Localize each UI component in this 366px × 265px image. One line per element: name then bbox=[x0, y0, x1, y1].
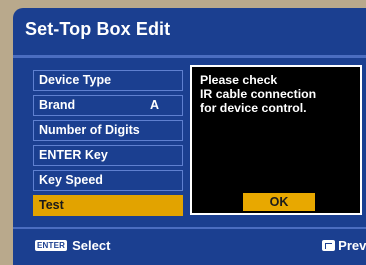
menu-item-key-speed[interactable]: Key Speed bbox=[33, 170, 183, 191]
footer-select-hint: ENTER Select bbox=[35, 238, 110, 253]
message-dialog: Please check IR cable connection for dev… bbox=[190, 65, 362, 215]
select-label: Select bbox=[72, 238, 111, 253]
ok-button[interactable]: OK bbox=[243, 193, 315, 211]
prev-label: Prev. bbox=[338, 238, 366, 253]
dialog-message-line: IR cable connection bbox=[200, 87, 317, 101]
menu-item-device-type[interactable]: Device Type bbox=[33, 70, 183, 91]
dialog-message-line: for device control. bbox=[200, 101, 307, 115]
menu-item-brand[interactable]: Brand A bbox=[33, 95, 183, 116]
menu-item-test[interactable]: Test bbox=[33, 195, 183, 216]
enter-key-icon: ENTER bbox=[35, 240, 68, 251]
menu-item-enter-key[interactable]: ENTER Key bbox=[33, 145, 183, 166]
page-title: Set-Top Box Edit bbox=[25, 19, 171, 39]
menu-item-label: Number of Digits bbox=[39, 123, 140, 137]
footer-prev-hint: Prev. bbox=[322, 238, 366, 253]
menu-item-label: Device Type bbox=[39, 73, 112, 87]
back-icon bbox=[322, 240, 336, 251]
set-top-box-edit-window: Set-Top Box Edit Device Type Brand A Num… bbox=[13, 8, 366, 265]
footer-divider bbox=[13, 227, 366, 229]
menu-item-label: Key Speed bbox=[39, 173, 103, 187]
menu-item-number-of-digits[interactable]: Number of Digits bbox=[33, 120, 183, 141]
dialog-message: Please check IR cable connection for dev… bbox=[200, 73, 316, 115]
menu-item-value: A bbox=[149, 98, 159, 112]
title-divider bbox=[13, 55, 366, 58]
menu-item-label: Brand bbox=[39, 98, 76, 112]
menu-item-label: Test bbox=[39, 198, 64, 212]
menu-item-label: ENTER Key bbox=[39, 148, 108, 162]
dialog-message-line: Please check bbox=[200, 73, 278, 87]
